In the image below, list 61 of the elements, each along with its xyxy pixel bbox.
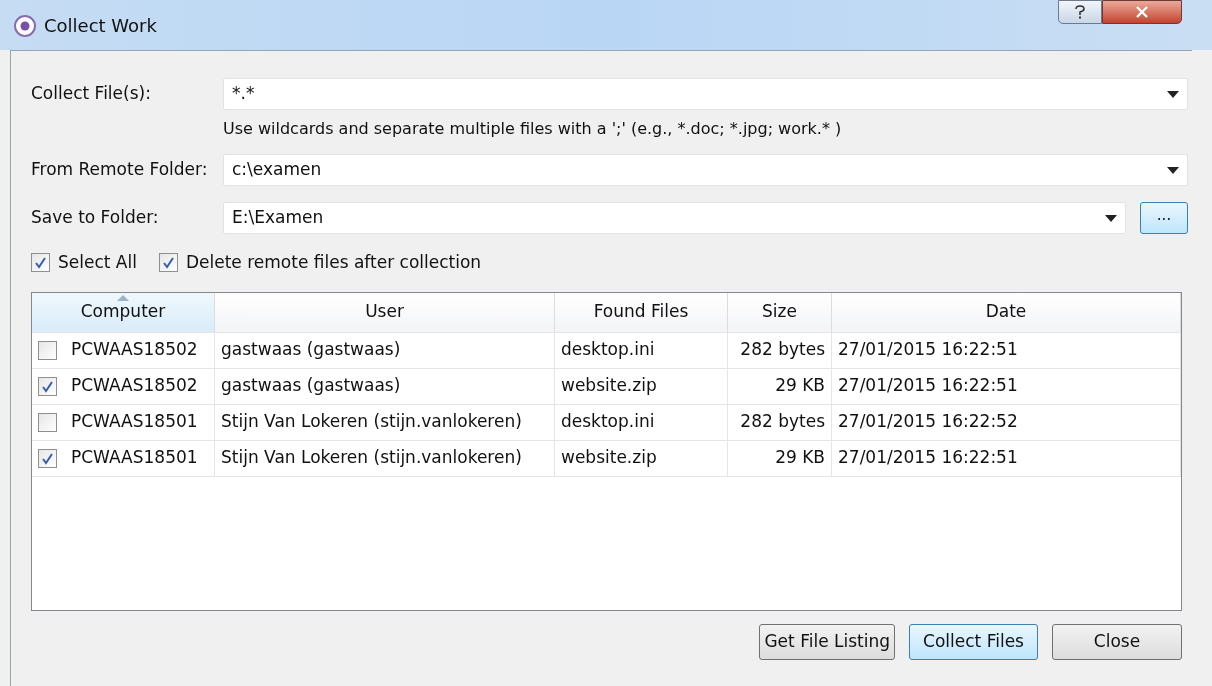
table-cell-text: 27/01/2015 16:22:52	[838, 410, 1018, 434]
table-cell-text: 27/01/2015 16:22:51	[838, 446, 1018, 470]
field-value: E:\Examen	[232, 206, 325, 230]
window-title: Collect Work	[44, 14, 157, 38]
table-cell-text: PCWAAS18502	[71, 338, 198, 362]
help-icon	[1075, 5, 1085, 19]
browse-button[interactable]: ...	[1140, 202, 1188, 234]
app-logo-icon	[14, 14, 36, 37]
dialog-button[interactable]: Close	[1052, 623, 1182, 660]
table-cell-text: PCWAAS18501	[71, 410, 198, 434]
table-cell-text: 27/01/2015 16:22:51	[838, 374, 1018, 398]
checkbox-label: Delete remote files after collection	[185, 251, 482, 274]
checkbox[interactable]	[158, 253, 178, 273]
table-cell-text: website.zip	[561, 446, 657, 470]
table-cell-text: 29 KB	[775, 374, 825, 398]
field-label: Collect File(s):	[31, 82, 152, 106]
dialog-button[interactable]: Get File Listing	[759, 623, 895, 660]
checkbox[interactable]	[38, 412, 57, 432]
table-cell-text: desktop.ini	[561, 338, 655, 362]
field-label: From Remote Folder:	[31, 158, 209, 182]
table-cell-text: PCWAAS18502	[71, 374, 198, 398]
table-cell-text: desktop.ini	[561, 410, 655, 434]
caret-icon	[1167, 166, 1179, 174]
combo-field[interactable]: *.*	[223, 78, 1188, 110]
close-icon	[1135, 6, 1149, 18]
combo-field[interactable]: c:\examen	[223, 154, 1188, 186]
table-cell-text: Stijn Van Lokeren (stijn.vanlokeren)	[221, 410, 522, 434]
checkbox-label: Select All	[58, 251, 137, 274]
close-button[interactable]	[1102, 0, 1182, 24]
dialog-button[interactable]: Collect Files	[909, 623, 1038, 660]
check-icon	[41, 451, 54, 465]
check-icon	[161, 256, 175, 270]
table-cell-text: 27/01/2015 16:22:51	[838, 338, 1018, 362]
help-button[interactable]	[1058, 0, 1102, 24]
field-value: *.*	[232, 82, 256, 106]
caret-icon	[1167, 90, 1179, 98]
table-cell-text: gastwaas (gastwaas)	[221, 338, 401, 362]
table-cell-text: 29 KB	[775, 446, 825, 470]
checkbox[interactable]	[38, 340, 57, 360]
field-label: Save to Folder:	[31, 206, 160, 230]
column-header[interactable]: Found Files	[555, 292, 728, 332]
combo-field[interactable]: E:\Examen	[223, 202, 1126, 234]
checkbox[interactable]	[38, 376, 57, 396]
hint-text: Use wildcards and separate multiple files with a ';' (e.g., *.doc; *.jpg; work.* )	[223, 118, 843, 140]
sort-arrow-icon	[117, 294, 129, 301]
table-cell-text: 282 bytes	[740, 410, 825, 434]
field-value: c:\examen	[232, 158, 323, 182]
caret-icon	[1105, 214, 1117, 222]
table-cell-text: PCWAAS18501	[71, 446, 198, 470]
table-cell-text: gastwaas (gastwaas)	[221, 374, 401, 398]
check-icon	[34, 256, 47, 270]
table-cell-text: 282 bytes	[740, 338, 825, 362]
column-header[interactable]: Size	[728, 292, 832, 332]
checkbox[interactable]	[38, 448, 57, 468]
checkbox[interactable]	[31, 253, 50, 273]
column-header[interactable]: Computer	[32, 292, 215, 332]
table-cell-text: Stijn Van Lokeren (stijn.vanlokeren)	[221, 446, 522, 470]
check-icon	[41, 379, 54, 393]
column-header[interactable]: Date	[832, 292, 1181, 332]
table-cell-text: website.zip	[561, 374, 657, 398]
column-header[interactable]: User	[215, 292, 555, 332]
